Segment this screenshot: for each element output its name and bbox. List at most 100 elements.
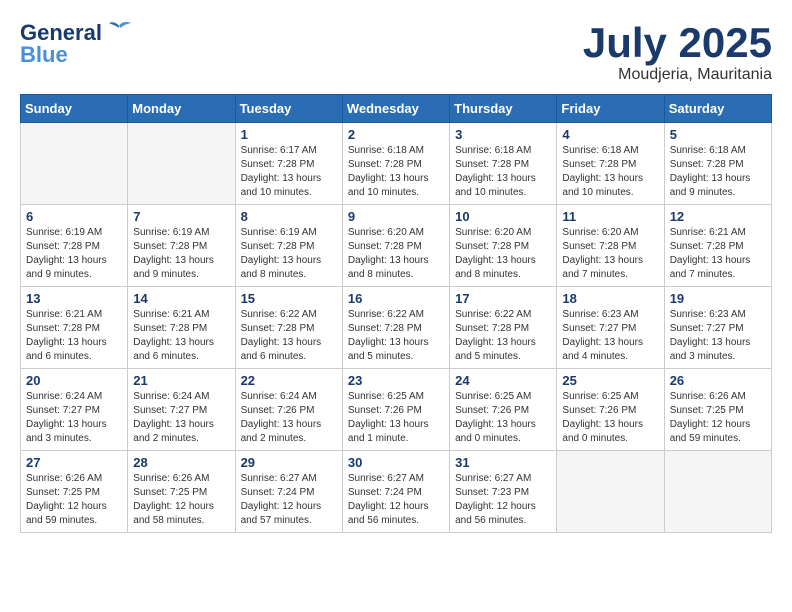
page-header: General Blue July 2025 Moudjeria, Maurit… (20, 20, 772, 84)
logo-bird-icon (105, 20, 133, 42)
day-number: 28 (133, 455, 229, 470)
day-number: 8 (241, 209, 337, 224)
logo: General Blue (20, 20, 133, 68)
month-title: July 2025 (583, 20, 772, 66)
calendar-week-1: 1Sunrise: 6:17 AM Sunset: 7:28 PM Daylig… (21, 123, 772, 205)
day-number: 25 (562, 373, 658, 388)
weekday-header-friday: Friday (557, 95, 664, 123)
title-block: July 2025 Moudjeria, Mauritania (583, 20, 772, 84)
weekday-header-wednesday: Wednesday (342, 95, 449, 123)
calendar-week-3: 13 Sunrise: 6:21 AM Sunset: 7:28 PM Dayli… (21, 287, 772, 369)
day-number: 6 (26, 209, 122, 224)
calendar-week-2: 6 Sunrise: 6:19 AM Sunset: 7:28 PM Daylig… (21, 205, 772, 287)
day-info: Sunrise: 6:25 AM Sunset: 7:26 PM Dayligh… (562, 390, 658, 446)
calendar-cell: 1Sunrise: 6:17 AM Sunset: 7:28 PM Daylig… (235, 123, 342, 205)
day-info: Sunrise: 6:19 AM Sunset: 7:28 PM Dayligh… (26, 226, 122, 282)
day-info: Sunrise: 6:27 AM Sunset: 7:23 PM Dayligh… (455, 472, 551, 528)
day-number: 4 (562, 127, 658, 142)
calendar-cell (21, 123, 128, 205)
day-info: Sunrise: 6:24 AM Sunset: 7:27 PM Dayligh… (26, 390, 122, 446)
day-number: 14 (133, 291, 229, 306)
calendar-cell: 15 Sunrise: 6:22 AM Sunset: 7:28 PM Dayli… (235, 287, 342, 369)
day-number: 21 (133, 373, 229, 388)
calendar-cell: 5 Sunrise: 6:18 AM Sunset: 7:28 PM Daylig… (664, 123, 771, 205)
day-info: Sunrise: 6:26 AM Sunset: 7:25 PM Dayligh… (670, 390, 766, 446)
calendar-cell (128, 123, 235, 205)
day-number: 7 (133, 209, 229, 224)
calendar-cell: 16 Sunrise: 6:22 AM Sunset: 7:28 PM Dayli… (342, 287, 449, 369)
day-number: 2 (348, 127, 444, 142)
calendar-cell: 13 Sunrise: 6:21 AM Sunset: 7:28 PM Dayli… (21, 287, 128, 369)
calendar-cell: 25 Sunrise: 6:25 AM Sunset: 7:26 PM Dayli… (557, 369, 664, 451)
day-info: Sunrise: 6:20 AM Sunset: 7:28 PM Dayligh… (562, 226, 658, 282)
day-number: 16 (348, 291, 444, 306)
calendar-cell: 2 Sunrise: 6:18 AM Sunset: 7:28 PM Daylig… (342, 123, 449, 205)
day-number: 17 (455, 291, 551, 306)
day-info: Sunrise: 6:21 AM Sunset: 7:28 PM Dayligh… (26, 308, 122, 364)
calendar-cell: 22 Sunrise: 6:24 AM Sunset: 7:26 PM Dayli… (235, 369, 342, 451)
day-number: 13 (26, 291, 122, 306)
day-number: 24 (455, 373, 551, 388)
day-info: Sunrise: 6:22 AM Sunset: 7:28 PM Dayligh… (455, 308, 551, 364)
day-info: Sunrise: 6:26 AM Sunset: 7:25 PM Dayligh… (26, 472, 122, 528)
day-number: 12 (670, 209, 766, 224)
calendar-cell (664, 451, 771, 533)
calendar-cell: 8 Sunrise: 6:19 AM Sunset: 7:28 PM Daylig… (235, 205, 342, 287)
weekday-header-thursday: Thursday (450, 95, 557, 123)
calendar-cell: 18 Sunrise: 6:23 AM Sunset: 7:27 PM Dayli… (557, 287, 664, 369)
weekday-header-tuesday: Tuesday (235, 95, 342, 123)
day-number: 19 (670, 291, 766, 306)
day-number: 18 (562, 291, 658, 306)
day-info: Sunrise: 6:25 AM Sunset: 7:26 PM Dayligh… (455, 390, 551, 446)
calendar-cell: 27 Sunrise: 6:26 AM Sunset: 7:25 PM Dayli… (21, 451, 128, 533)
calendar-cell: 6 Sunrise: 6:19 AM Sunset: 7:28 PM Daylig… (21, 205, 128, 287)
logo-blue: Blue (20, 42, 68, 68)
calendar-cell: 20Sunrise: 6:24 AM Sunset: 7:27 PM Dayli… (21, 369, 128, 451)
calendar-cell: 11 Sunrise: 6:20 AM Sunset: 7:28 PM Dayli… (557, 205, 664, 287)
calendar-cell: 4 Sunrise: 6:18 AM Sunset: 7:28 PM Daylig… (557, 123, 664, 205)
day-info: Sunrise: 6:19 AM Sunset: 7:28 PM Dayligh… (241, 226, 337, 282)
day-info: Sunrise: 6:25 AM Sunset: 7:26 PM Dayligh… (348, 390, 444, 446)
calendar-week-4: 20Sunrise: 6:24 AM Sunset: 7:27 PM Dayli… (21, 369, 772, 451)
day-info: Sunrise: 6:23 AM Sunset: 7:27 PM Dayligh… (562, 308, 658, 364)
day-number: 27 (26, 455, 122, 470)
calendar-cell: 19Sunrise: 6:23 AM Sunset: 7:27 PM Dayli… (664, 287, 771, 369)
day-info: Sunrise: 6:21 AM Sunset: 7:28 PM Dayligh… (133, 308, 229, 364)
calendar-cell: 23Sunrise: 6:25 AM Sunset: 7:26 PM Dayli… (342, 369, 449, 451)
day-number: 15 (241, 291, 337, 306)
calendar-week-5: 27 Sunrise: 6:26 AM Sunset: 7:25 PM Dayli… (21, 451, 772, 533)
calendar-cell: 31 Sunrise: 6:27 AM Sunset: 7:23 PM Dayli… (450, 451, 557, 533)
calendar-cell: 21 Sunrise: 6:24 AM Sunset: 7:27 PM Dayli… (128, 369, 235, 451)
calendar-cell: 24 Sunrise: 6:25 AM Sunset: 7:26 PM Dayli… (450, 369, 557, 451)
day-number: 5 (670, 127, 766, 142)
day-info: Sunrise: 6:22 AM Sunset: 7:28 PM Dayligh… (241, 308, 337, 364)
day-info: Sunrise: 6:26 AM Sunset: 7:25 PM Dayligh… (133, 472, 229, 528)
day-info: Sunrise: 6:21 AM Sunset: 7:28 PM Dayligh… (670, 226, 766, 282)
day-number: 9 (348, 209, 444, 224)
day-number: 31 (455, 455, 551, 470)
calendar-cell: 3Sunrise: 6:18 AM Sunset: 7:28 PM Daylig… (450, 123, 557, 205)
calendar-cell: 10Sunrise: 6:20 AM Sunset: 7:28 PM Dayli… (450, 205, 557, 287)
location: Moudjeria, Mauritania (583, 66, 772, 84)
calendar-cell: 26 Sunrise: 6:26 AM Sunset: 7:25 PM Dayli… (664, 369, 771, 451)
day-info: Sunrise: 6:27 AM Sunset: 7:24 PM Dayligh… (348, 472, 444, 528)
day-info: Sunrise: 6:24 AM Sunset: 7:26 PM Dayligh… (241, 390, 337, 446)
calendar-cell: 17 Sunrise: 6:22 AM Sunset: 7:28 PM Dayli… (450, 287, 557, 369)
day-number: 26 (670, 373, 766, 388)
calendar-cell (557, 451, 664, 533)
day-info: Sunrise: 6:18 AM Sunset: 7:28 PM Dayligh… (562, 144, 658, 200)
calendar-cell: 14 Sunrise: 6:21 AM Sunset: 7:28 PM Dayli… (128, 287, 235, 369)
day-number: 10 (455, 209, 551, 224)
day-info: Sunrise: 6:19 AM Sunset: 7:28 PM Dayligh… (133, 226, 229, 282)
calendar-cell: 29Sunrise: 6:27 AM Sunset: 7:24 PM Dayli… (235, 451, 342, 533)
day-number: 11 (562, 209, 658, 224)
day-info: Sunrise: 6:22 AM Sunset: 7:28 PM Dayligh… (348, 308, 444, 364)
day-info: Sunrise: 6:18 AM Sunset: 7:28 PM Dayligh… (348, 144, 444, 200)
day-info: Sunrise: 6:24 AM Sunset: 7:27 PM Dayligh… (133, 390, 229, 446)
weekday-header-row: SundayMondayTuesdayWednesdayThursdayFrid… (21, 95, 772, 123)
weekday-header-sunday: Sunday (21, 95, 128, 123)
day-info: Sunrise: 6:18 AM Sunset: 7:28 PM Dayligh… (670, 144, 766, 200)
day-number: 22 (241, 373, 337, 388)
day-info: Sunrise: 6:17 AM Sunset: 7:28 PM Dayligh… (241, 144, 337, 200)
calendar-cell: 7 Sunrise: 6:19 AM Sunset: 7:28 PM Daylig… (128, 205, 235, 287)
